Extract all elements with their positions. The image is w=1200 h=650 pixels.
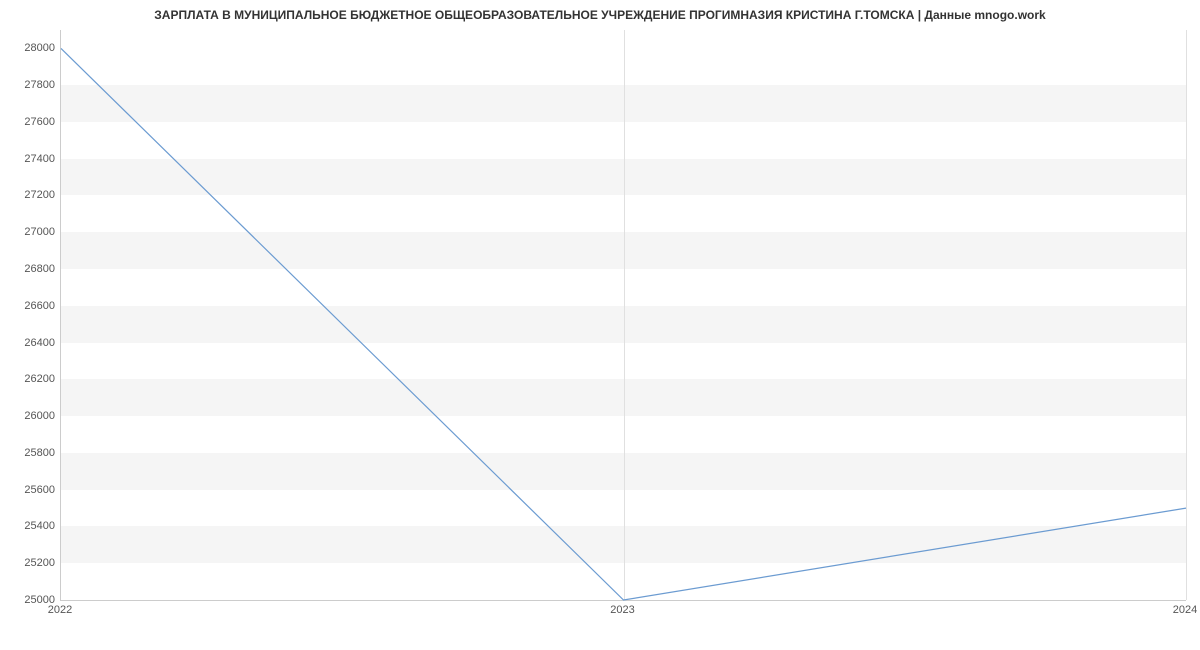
- y-tick-label: 25200: [5, 557, 55, 569]
- y-tick-label: 26200: [5, 373, 55, 385]
- y-tick-label: 27200: [5, 189, 55, 201]
- y-tick-label: 27600: [5, 116, 55, 128]
- grid-line-v: [1186, 30, 1187, 600]
- y-tick-label: 25600: [5, 484, 55, 496]
- y-tick-label: 25800: [5, 447, 55, 459]
- x-tick-label: 2024: [1173, 604, 1197, 616]
- x-tick-label: 2022: [48, 604, 72, 616]
- x-tick-label: 2023: [610, 604, 634, 616]
- y-tick-label: 27800: [5, 79, 55, 91]
- data-line: [61, 48, 1186, 600]
- data-line-layer: [61, 30, 1186, 600]
- plot-area: [60, 30, 1186, 601]
- y-tick-label: 27000: [5, 226, 55, 238]
- y-tick-label: 26400: [5, 337, 55, 349]
- y-tick-label: 26000: [5, 410, 55, 422]
- y-tick-label: 26600: [5, 300, 55, 312]
- y-tick-label: 28000: [5, 42, 55, 54]
- chart-title: ЗАРПЛАТА В МУНИЦИПАЛЬНОЕ БЮДЖЕТНОЕ ОБЩЕО…: [0, 0, 1200, 26]
- y-tick-label: 27400: [5, 153, 55, 165]
- y-tick-label: 25400: [5, 520, 55, 532]
- y-tick-label: 26800: [5, 263, 55, 275]
- chart-container: ЗАРПЛАТА В МУНИЦИПАЛЬНОЕ БЮДЖЕТНОЕ ОБЩЕО…: [0, 0, 1200, 650]
